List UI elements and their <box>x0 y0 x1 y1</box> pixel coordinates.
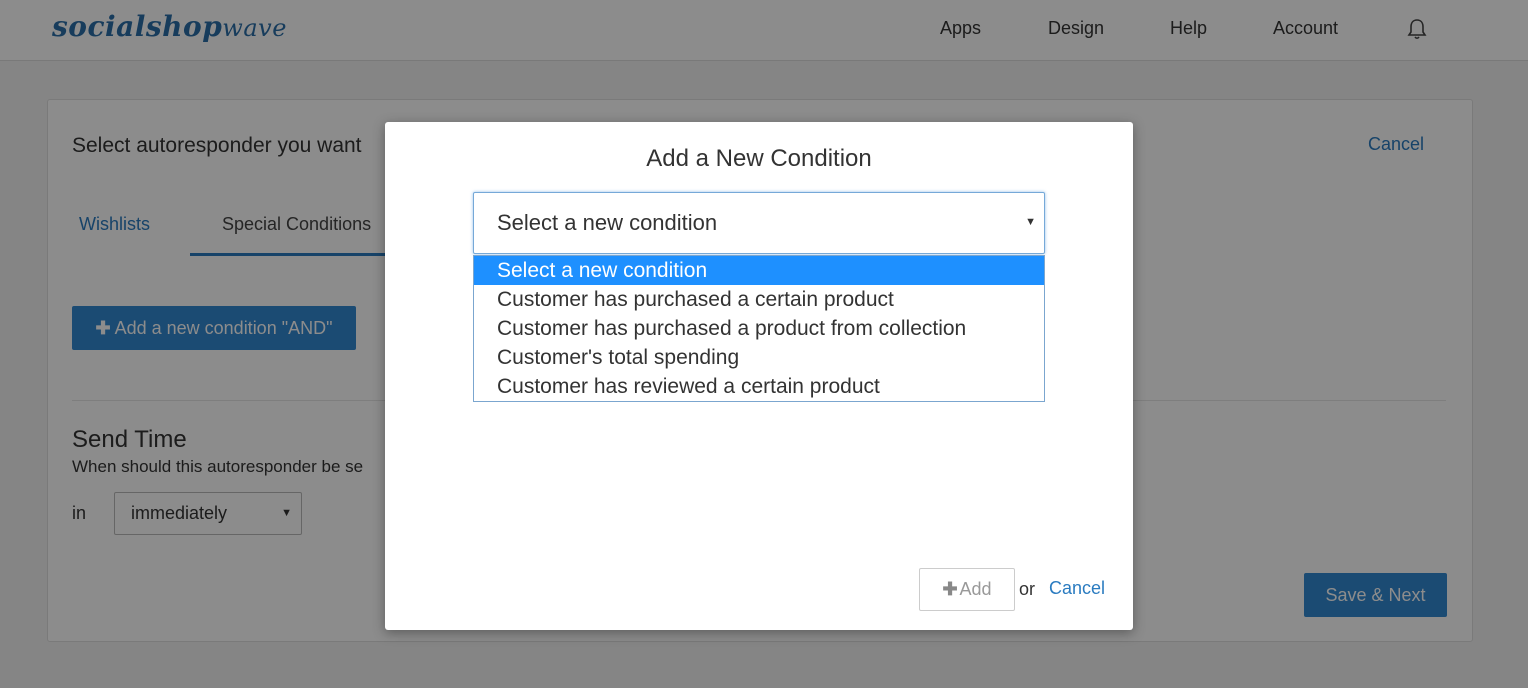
add-condition-modal: Add a New Condition Select a new conditi… <box>385 122 1133 630</box>
condition-option[interactable]: Customer's total spending <box>474 343 1044 372</box>
condition-select[interactable]: Select a new condition ▼ <box>473 192 1045 254</box>
plus-icon: ✚ <box>942 579 958 599</box>
modal-title: Add a New Condition <box>646 145 872 172</box>
condition-option[interactable]: Customer has purchased a product from co… <box>474 314 1044 343</box>
condition-option[interactable]: Customer has purchased a certain product <box>474 285 1044 314</box>
or-text: or <box>1019 579 1036 599</box>
condition-option[interactable]: Select a new condition <box>474 256 1044 285</box>
condition-select-value: Select a new condition <box>497 210 718 235</box>
condition-option[interactable]: Customer has reviewed a certain product <box>474 372 1044 401</box>
condition-options-list: Select a new condition Customer has purc… <box>473 255 1045 402</box>
modal-add-button[interactable]: ✚ Add <box>919 568 1015 611</box>
modal-add-label: Add <box>959 579 992 599</box>
dropdown-arrow-icon: ▼ <box>1025 216 1036 228</box>
modal-cancel-link[interactable]: Cancel <box>1049 578 1105 599</box>
